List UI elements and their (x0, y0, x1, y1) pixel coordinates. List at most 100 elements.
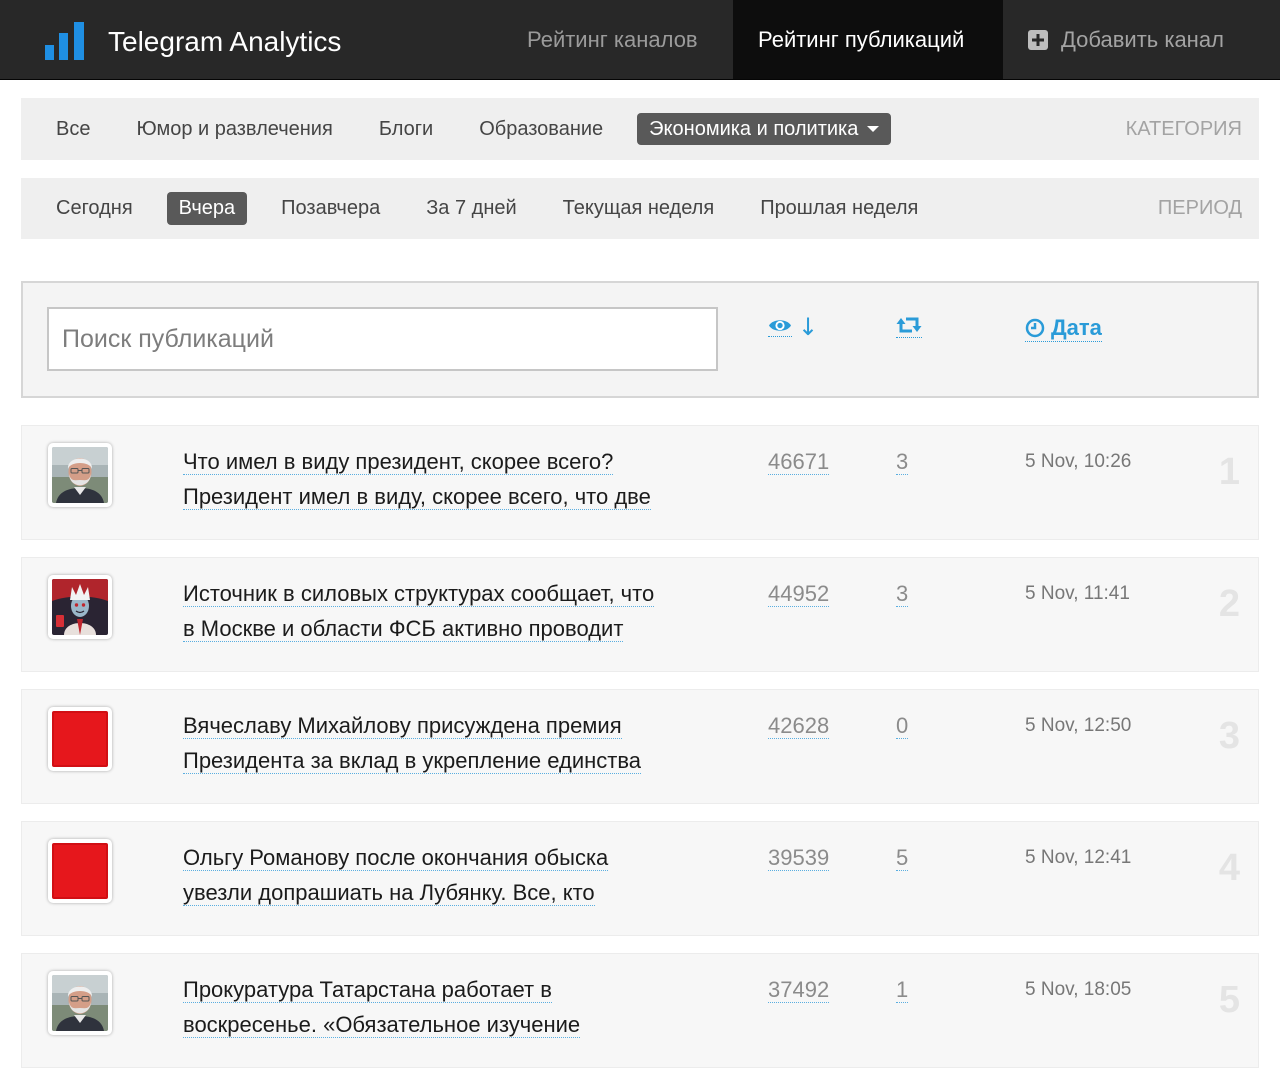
category-section-label: КАТЕГОРИЯ (1125, 117, 1242, 140)
channel-avatar[interactable] (48, 971, 112, 1035)
period-list: Сегодня Вчера Позавчера За 7 дней Текуща… (44, 178, 952, 239)
post-views-count[interactable]: 39539 (768, 840, 830, 875)
post-views-count[interactable]: 37492 (768, 972, 830, 1007)
reposts-value: 5 (896, 845, 909, 871)
post-views-count[interactable]: 44952 (768, 576, 830, 611)
period-label: Сегодня (56, 197, 133, 219)
post-row: Прокуратура Татарстана работает в воскре… (21, 953, 1259, 1068)
bar-chart-icon (45, 22, 84, 60)
category-economics-politics-dropdown[interactable]: Экономика и политика (637, 113, 892, 145)
channel-avatar[interactable] (48, 575, 112, 639)
bearded-man-avatar-image (52, 975, 108, 1031)
sort-by-date-link[interactable]: Дата (1025, 311, 1102, 343)
period-7-days[interactable]: За 7 дней (414, 192, 528, 225)
post-title-link[interactable]: Вячеславу Михайлову присуждена премия Пр… (183, 708, 642, 778)
category-blogs[interactable]: Блоги (367, 113, 445, 145)
category-filter-bar: Все Юмор и развлечения Блоги Образование… (21, 98, 1259, 160)
post-title-link[interactable]: Прокуратура Татарстана работает в воскре… (183, 972, 581, 1042)
post-row: Что имел в виду президент, скорее всего?… (21, 425, 1259, 540)
period-label: Позавчера (281, 197, 381, 219)
post-title-line: увезли допрашиать на Лубянку. Все, кто (183, 880, 595, 906)
date-sort-label: Дата (1051, 315, 1102, 340)
reposts-value: 1 (896, 977, 909, 1003)
post-row: Ольгу Романову после окончания обыска ув… (21, 821, 1259, 936)
period-last-week[interactable]: Прошлая неделя (748, 192, 930, 225)
views-value: 37492 (768, 977, 830, 1003)
category-label: Экономика и политика (649, 118, 859, 140)
bearded-man-avatar-image (52, 447, 108, 503)
post-views-count[interactable]: 46671 (768, 444, 830, 479)
red-square-avatar-image (52, 843, 108, 899)
reposts-value: 3 (896, 449, 909, 475)
views-value: 44952 (768, 581, 830, 607)
nav-item-label: Добавить канал (1061, 27, 1224, 52)
post-title-link[interactable]: Что имел в виду президент, скорее всего?… (183, 444, 651, 514)
post-row: Вячеславу Михайлову присуждена премия Пр… (21, 689, 1259, 804)
post-reposts-count[interactable]: 3 (896, 444, 909, 479)
post-rank: 1 (1218, 451, 1240, 493)
reposts-value: 0 (896, 713, 909, 739)
channel-avatar[interactable] (48, 839, 112, 903)
clock-icon (1025, 318, 1045, 338)
sort-direction-arrow: ↓ (798, 313, 819, 341)
period-day-before-yesterday[interactable]: Позавчера (269, 192, 392, 225)
category-label: Образование (479, 118, 604, 140)
post-title-line: Ольгу Романову после окончания обыска (183, 845, 609, 871)
category-label: Юмор и развлечения (136, 118, 333, 140)
sort-by-views-link[interactable]: ↓ (768, 311, 818, 343)
app-title: Telegram Analytics (108, 26, 342, 57)
category-list: Все Юмор и развлечения Блоги Образование… (44, 98, 913, 160)
post-date: 5 Nov, 18:05 (1025, 979, 1132, 1000)
category-label: Все (56, 118, 91, 140)
red-square-avatar-image (52, 711, 108, 767)
date-sort-label-group: Дата (1025, 312, 1102, 342)
views-value: 39539 (768, 845, 830, 871)
search-input[interactable] (47, 307, 718, 371)
nav-channels-rating[interactable]: Рейтинг каналов (502, 0, 733, 79)
period-label: Вчера (178, 197, 236, 219)
post-title-link[interactable]: Источник в силовых структурах сообщает, … (183, 576, 655, 646)
post-title-line: Источник в силовых структурах сообщает, … (183, 581, 655, 607)
top-navigation-bar: Telegram Analytics Рейтинг каналов Рейти… (0, 0, 1280, 80)
eye-icon (768, 318, 792, 337)
post-date: 5 Nov, 12:50 (1025, 715, 1132, 736)
views-value: 46671 (768, 449, 830, 475)
post-title-link[interactable]: Ольгу Романову после окончания обыска ув… (183, 840, 609, 910)
channel-avatar[interactable] (48, 443, 112, 507)
period-label: Прошлая неделя (760, 197, 919, 219)
caret-down-icon (867, 126, 880, 132)
post-title-line: воскресенье. «Обязательное изучение (183, 1012, 581, 1038)
post-title-line: Вячеславу Михайлову присуждена премия (183, 713, 622, 739)
post-rank: 3 (1218, 715, 1240, 757)
nav-item-label: Рейтинг публикаций (758, 27, 965, 52)
category-label: Блоги (378, 118, 434, 140)
category-education[interactable]: Образование (467, 113, 615, 145)
sort-by-reposts-link[interactable] (896, 311, 922, 343)
brand-home-link[interactable]: Telegram Analytics (45, 0, 375, 79)
post-reposts-count[interactable]: 0 (896, 708, 909, 743)
post-title-line: Что имел в виду президент, скорее всего? (183, 449, 614, 475)
post-title-line: Прокуратура Татарстана работает в (183, 977, 552, 1003)
post-views-count[interactable]: 42628 (768, 708, 830, 743)
category-humor[interactable]: Юмор и развлечения (124, 113, 344, 145)
post-row: Источник в силовых структурах сообщает, … (21, 557, 1259, 672)
plus-square-icon (1028, 30, 1048, 50)
post-title-line: в Москве и области ФСБ активно проводит (183, 616, 624, 642)
post-reposts-count[interactable]: 1 (896, 972, 909, 1007)
post-date: 5 Nov, 12:41 (1025, 847, 1132, 868)
channel-avatar[interactable] (48, 707, 112, 771)
retweet-icon (896, 316, 922, 338)
period-today[interactable]: Сегодня (44, 192, 145, 225)
post-title-line: Президента за вклад в укрепление единств… (183, 748, 642, 774)
post-date: 5 Nov, 10:26 (1025, 451, 1132, 472)
nav-posts-rating[interactable]: Рейтинг публикаций (733, 0, 1003, 79)
post-reposts-count[interactable]: 5 (896, 840, 909, 875)
period-current-week[interactable]: Текущая неделя (551, 192, 727, 225)
post-reposts-count[interactable]: 3 (896, 576, 909, 611)
post-rank: 5 (1218, 979, 1240, 1021)
post-title-line: Президент имел в виду, скорее всего, что… (183, 484, 651, 510)
post-rank: 2 (1218, 583, 1240, 625)
nav-add-channel[interactable]: Добавить канал (1003, 0, 1259, 79)
category-all[interactable]: Все (44, 113, 102, 145)
period-yesterday[interactable]: Вчера (166, 192, 248, 225)
